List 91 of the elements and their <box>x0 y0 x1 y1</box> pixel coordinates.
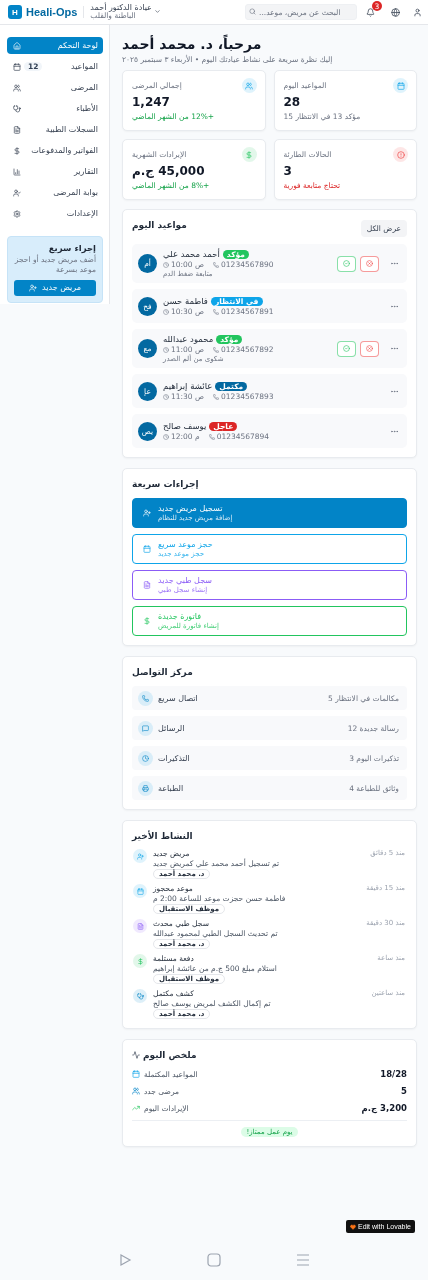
ellipsis-icon <box>390 259 399 268</box>
home-icon[interactable] <box>207 1253 221 1267</box>
user-check-icon <box>13 188 21 197</box>
x-circle-icon <box>366 345 373 352</box>
sidebar-item[interactable]: بوابة المرضى <box>7 184 103 201</box>
dollar-icon <box>143 617 151 625</box>
summary-value: 3,200 ج.م <box>361 1103 407 1113</box>
printer-icon <box>142 784 149 792</box>
more-button[interactable] <box>390 259 399 268</box>
check-circle-icon <box>343 345 350 352</box>
clock-icon <box>163 346 169 353</box>
section-title: إجراءات سريعة <box>132 479 199 489</box>
clock-icon <box>163 433 169 440</box>
logo: H <box>8 5 22 19</box>
more-button[interactable] <box>390 344 399 353</box>
document-icon <box>136 922 144 930</box>
patient-name: محمود عبدالله <box>163 334 214 344</box>
back-icon[interactable] <box>117 1253 132 1267</box>
calendar-icon <box>396 81 405 90</box>
sidebar-item[interactable]: التقارير <box>7 163 103 180</box>
phone-icon <box>213 346 220 353</box>
chart-icon <box>13 167 21 176</box>
user-plus-icon <box>29 283 38 292</box>
x-circle-icon <box>366 260 373 267</box>
check-circle-icon <box>343 260 350 267</box>
heart-icon <box>350 1223 356 1230</box>
sidebar-item[interactable]: لوحة التحكم <box>7 37 103 54</box>
section-title: مواعيد اليوم <box>132 220 187 230</box>
summary-value: 5 <box>401 1086 407 1096</box>
clock-icon <box>163 261 169 268</box>
chevron-down-icon <box>153 8 161 16</box>
user-plus-icon <box>143 509 151 517</box>
dollar-icon <box>136 957 144 965</box>
user-plus-icon <box>136 852 144 860</box>
section-title: مركز التواصل <box>132 667 193 677</box>
summary-value: 18/28 <box>380 1069 407 1079</box>
stat-value: 1,247 <box>132 95 170 109</box>
calendar-icon <box>136 887 144 895</box>
message-icon <box>142 724 149 732</box>
brand-name: Heali-Ops <box>26 6 78 18</box>
phone-icon <box>213 308 220 315</box>
phone-icon <box>213 393 220 400</box>
card-title: إجراء سريع <box>47 243 96 253</box>
document-icon <box>143 581 151 589</box>
language-button[interactable] <box>391 7 400 17</box>
sidebar-item[interactable]: الأطباء <box>7 100 103 117</box>
dollar-icon <box>13 146 21 155</box>
user-button[interactable] <box>413 7 422 17</box>
patient-name: أحمد محمد علي <box>163 249 220 259</box>
patient-name: عائشة إبراهيم <box>163 381 213 391</box>
calendar-icon <box>143 545 151 553</box>
new-patient-button[interactable]: مريض جديد <box>14 279 96 296</box>
sidebar-item[interactable]: السجلات الطبية <box>7 121 103 138</box>
stethoscope-icon <box>136 992 144 1000</box>
stat-value: 28 <box>283 95 301 109</box>
document-icon <box>13 125 21 134</box>
alert-icon <box>396 150 405 159</box>
home-icon <box>13 41 21 50</box>
clock-icon <box>163 308 169 315</box>
calendar-icon <box>132 1070 140 1078</box>
page-title: مرحباً، د. محمد أحمد <box>122 35 262 53</box>
dollar-icon <box>245 150 253 159</box>
patient-name: فاطمة حسن <box>163 296 208 306</box>
stat-value: 3 <box>283 164 292 178</box>
cancel-button[interactable] <box>360 255 379 272</box>
phone-icon <box>142 694 149 702</box>
clock-icon <box>163 393 169 400</box>
notifications-button[interactable] <box>366 7 375 17</box>
section-title: النشاط الأخير <box>132 831 193 841</box>
calendar-icon <box>13 62 21 71</box>
stethoscope-icon <box>13 104 21 113</box>
settings-icon <box>13 209 21 218</box>
users-icon <box>245 81 253 90</box>
sidebar-item[interactable]: المرضى <box>7 79 103 96</box>
bell-icon <box>366 7 375 17</box>
users-icon <box>132 1087 140 1095</box>
trend-icon <box>132 1104 140 1112</box>
globe-icon <box>391 7 400 17</box>
ellipsis-icon <box>390 344 399 353</box>
section-title: ملخص اليوم <box>143 1050 197 1060</box>
user-icon <box>413 7 422 17</box>
phone-icon <box>208 433 215 440</box>
activity-icon <box>132 1051 140 1059</box>
cancel-button[interactable] <box>360 340 379 357</box>
phone-icon <box>213 261 220 268</box>
clock-icon <box>142 754 149 762</box>
patient-name: يوسف صالح <box>163 421 207 431</box>
stat-value: 45,000 ج.م <box>132 164 205 178</box>
sidebar-item[interactable]: الإعدادات <box>7 205 103 222</box>
sidebar-item[interactable]: الفواتير والمدفوعات <box>7 142 103 159</box>
users-icon <box>13 83 21 92</box>
